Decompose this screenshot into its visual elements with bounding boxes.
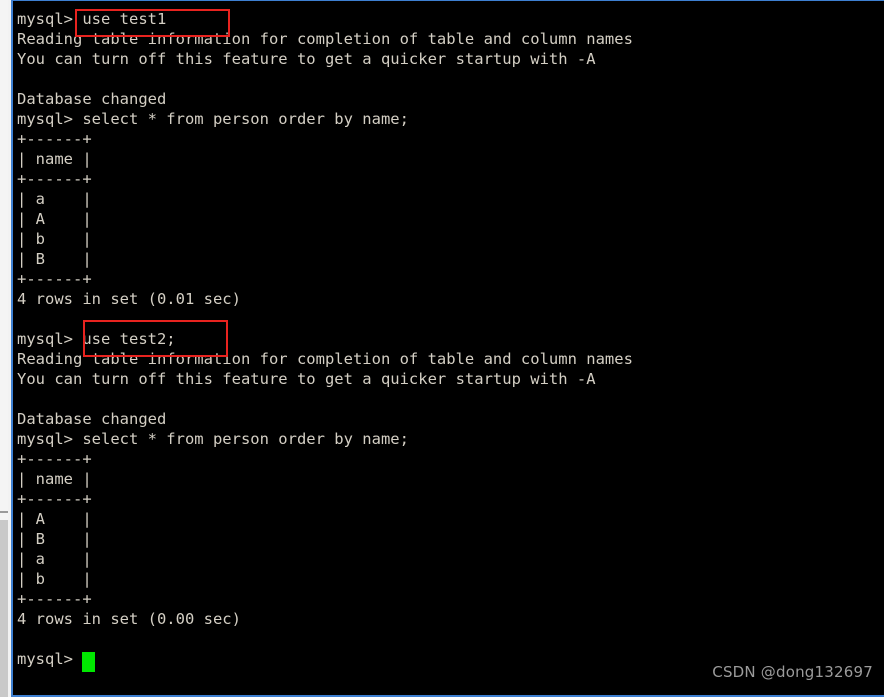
terminal-line: Reading table information for completion… bbox=[17, 30, 633, 48]
watermark-text: CSDN @dong132697 bbox=[712, 663, 873, 681]
terminal-cursor bbox=[82, 652, 95, 672]
terminal-line: | A | bbox=[17, 510, 92, 528]
screenshot-root: mysql> use test1 Reading table informatio… bbox=[0, 0, 884, 697]
terminal-line: mysql> use test2; bbox=[17, 330, 176, 348]
terminal-line: | name | bbox=[17, 470, 92, 488]
terminal-line: | B | bbox=[17, 250, 92, 268]
terminal-line: +------+ bbox=[17, 450, 92, 468]
terminal-line: You can turn off this feature to get a q… bbox=[17, 370, 596, 388]
terminal-line: Reading table information for completion… bbox=[17, 350, 633, 368]
terminal-line: | B | bbox=[17, 530, 92, 548]
terminal-line: 4 rows in set (0.01 sec) bbox=[17, 290, 241, 308]
terminal-line: mysql> select * from person order by nam… bbox=[17, 110, 409, 128]
terminal-line: Database changed bbox=[17, 410, 167, 428]
terminal-line: | b | bbox=[17, 570, 92, 588]
page-scrollbar-gutter[interactable] bbox=[0, 0, 11, 697]
terminal-screen[interactable]: mysql> use test1 Reading table informatio… bbox=[17, 9, 884, 697]
terminal-line: 4 rows in set (0.00 sec) bbox=[17, 610, 241, 628]
terminal-line: | b | bbox=[17, 230, 92, 248]
terminal-line: +------+ bbox=[17, 490, 92, 508]
terminal-line: | A | bbox=[17, 210, 92, 228]
terminal-line: +------+ bbox=[17, 270, 92, 288]
terminal-window[interactable]: mysql> use test1 Reading table informatio… bbox=[11, 0, 884, 697]
scrollbar-tick bbox=[0, 511, 8, 513]
terminal-line: +------+ bbox=[17, 590, 92, 608]
terminal-line: Database changed bbox=[17, 90, 167, 108]
terminal-line: | a | bbox=[17, 190, 92, 208]
terminal-line: | name | bbox=[17, 150, 92, 168]
scrollbar-thumb[interactable] bbox=[0, 520, 8, 697]
terminal-line: You can turn off this feature to get a q… bbox=[17, 50, 596, 68]
terminal-line: mysql> select * from person order by nam… bbox=[17, 430, 409, 448]
terminal-line: mysql> use test1 bbox=[17, 10, 167, 28]
terminal-line: +------+ bbox=[17, 130, 92, 148]
terminal-line: | a | bbox=[17, 550, 92, 568]
terminal-line: +------+ bbox=[17, 170, 92, 188]
